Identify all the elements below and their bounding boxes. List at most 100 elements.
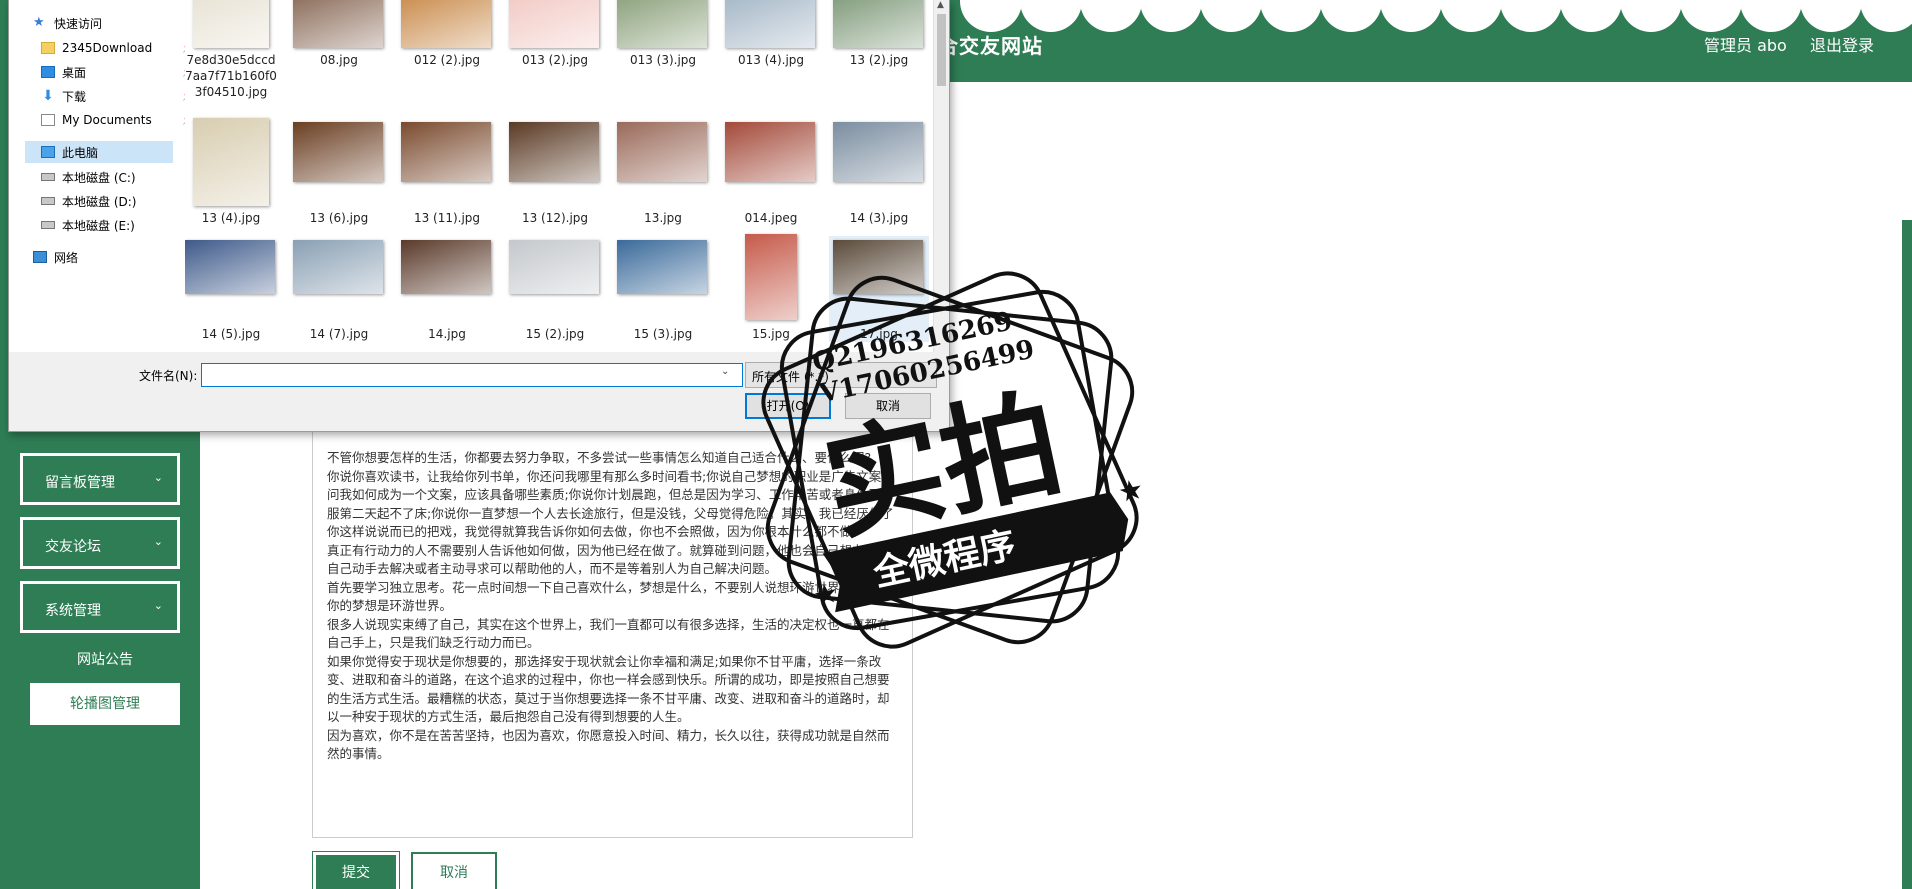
file-item[interactable]: 13.jpg [613,120,713,226]
file-item[interactable]: 14 (7).jpg [289,236,389,342]
chevron-down-icon[interactable]: ⌄ [721,366,729,377]
cancel-button[interactable]: 取消 [411,852,497,889]
file-name: 013 (2).jpg [521,53,589,67]
file-thumbnail [401,240,491,294]
desktop-icon [41,66,55,78]
nav-item-my-documents[interactable]: My Documents 📌 [41,109,194,131]
scallop [1500,0,1562,32]
scallop [1440,0,1502,32]
sidebar-menu-label: 系统管理 [45,603,101,619]
nav-drive-e[interactable]: 本地磁盘 (E:) [41,214,135,236]
file-thumbnail [293,122,383,182]
file-item[interactable]: 14 (5).jpg [185,236,281,342]
file-item[interactable]: 14 (3).jpg [829,120,929,226]
file-item[interactable]: 13 (6).jpg [289,120,389,226]
file-item[interactable]: 13 (11).jpg [397,120,497,226]
file-name: 13 (12).jpg [521,211,589,225]
editor-paragraph: 很多人说现实束缚了自己，其实在这个世界上，我们一直都可以有很多选择，生活的决定权… [327,616,890,651]
file-name: 13.jpg [644,211,682,225]
documents-icon [41,114,55,126]
file-name: 13 (6).jpg [309,211,369,225]
file-item[interactable]: 15 (2).jpg [505,236,605,342]
file-name: 14.jpg [428,327,466,341]
nav-drive-c[interactable]: 本地磁盘 (C:) [41,166,136,188]
file-thumbnail [193,0,269,48]
file-name: 17.jpg [860,327,898,341]
file-item[interactable]: 012 (2).jpg [397,0,497,106]
dialog-cancel-button[interactable]: 取消 [845,393,931,419]
file-name: 14 (5).jpg [201,327,261,341]
editor-paragraph: 你说你喜欢读书，让我给你列书单，你还问我哪里有那么多时间看书;你说自己梦想的职业… [327,468,894,540]
page-scrollbar[interactable] [1902,220,1912,889]
file-name: 08.jpg [320,53,358,67]
file-thumbnail [833,240,923,294]
logout-link[interactable]: 退出登录 [1810,32,1874,56]
submit-button[interactable]: 提交 [312,851,400,889]
file-item[interactable]: 7e8d30e5dccd7aa7f71b160f03f04510.jpg [185,0,281,106]
file-item[interactable]: 13 (4).jpg [185,118,281,226]
file-name: 14 (7).jpg [309,327,369,341]
file-name: 014.jpeg [744,211,798,225]
file-item[interactable]: 013 (3).jpg [613,0,713,106]
star-icon: ★ [33,15,45,30]
nav-item-downloads[interactable]: ⬇ 下载 📌 [41,85,194,107]
download-icon: ⬇ [42,88,54,104]
chevron-down-icon: ⌄ [153,471,163,484]
sidebar-menu-forum[interactable]: 交友论坛 ⌄ [20,517,180,569]
nav-network[interactable]: 网络 [33,246,78,268]
file-type-select[interactable]: 所有文件 (*.*) [745,362,937,388]
sidebar-menu-system[interactable]: 系统管理 ⌄ [20,581,180,633]
editor-paragraph: 首先要学习独立思考。花一点时间想一下自己喜欢什么，梦想是什么，不要别人说想环游世… [327,579,890,614]
open-button[interactable]: 打开(O) [745,393,831,419]
file-thumbnail [401,0,491,48]
navigation-pane: ★ 快速访问 2345Download 📌 桌面 📌 ⬇ 下载 📌 My Doc… [9,0,194,352]
drive-icon [41,221,55,229]
file-item[interactable]: 013 (2).jpg [505,0,605,106]
drive-icon [41,197,55,205]
file-item[interactable]: 14.jpg [397,236,497,342]
filename-label: 文件名(N): [139,369,198,383]
file-thumbnail [617,0,707,48]
file-name: 7e8d30e5dccd7aa7f71b160f03f04510.jpg [185,53,277,99]
file-grid: 7e8d30e5dccd7aa7f71b160f03f04510.jpg 08.j… [185,0,941,352]
scallop [1080,0,1142,32]
file-item[interactable]: 15 (3).jpg [613,236,713,342]
editor-paragraph: 如果你觉得安于现状是你想要的，那选择安于现状就会让你幸福和满足;如果你不甘平庸，… [327,653,890,725]
scrollbar-thumb[interactable] [937,14,946,86]
nav-quick-access[interactable]: ★ 快速访问 [33,12,102,34]
star-icon: ★ [1115,472,1146,509]
nav-item-label: 2345Download [62,41,153,55]
file-item[interactable]: 13 (12).jpg [505,120,605,226]
file-item[interactable]: 013 (4).jpg [721,0,821,106]
scallop [1320,0,1382,32]
file-item[interactable]: 08.jpg [289,0,389,106]
file-item[interactable]: 13 (2).jpg [829,0,929,106]
sidebar-menu-guestbook[interactable]: 留言板管理 ⌄ [20,453,180,505]
scallop [1620,0,1682,32]
filename-input[interactable] [201,363,743,387]
scallop [1380,0,1442,32]
file-item[interactable]: 15.jpg [721,234,821,342]
file-item[interactable]: 17.jpg [829,236,929,342]
content-editor[interactable]: 不管你想要怎样的生活，你都要去努力争取，不多尝试一些事情怎么知道自己适合什么、要… [312,430,913,838]
scallop [1800,0,1862,32]
file-thumbnail [401,122,491,182]
nav-item-2345download[interactable]: 2345Download 📌 [41,37,194,59]
file-grid-scrollbar[interactable]: ▲ [933,0,949,352]
sidebar-submenu-carousel[interactable]: 轮播图管理 [30,683,180,725]
scallop [960,0,1022,32]
nav-item-label: 快速访问 [54,16,103,31]
scallop [1140,0,1202,32]
file-item[interactable]: 014.jpeg [721,120,821,226]
sidebar-menu-label: 交友论坛 [45,539,101,555]
folder-icon [41,42,55,54]
scroll-up-icon[interactable]: ▲ [937,0,944,10]
sidebar-submenu-announcement[interactable]: 网站公告 [30,639,180,681]
nav-this-pc[interactable]: 此电脑 [25,141,173,163]
nav-item-desktop[interactable]: 桌面 📌 [41,61,194,83]
file-name: 13 (11).jpg [413,211,481,225]
editor-paragraph: 不管你想要怎样的生活，你都要去努力争取，不多尝试一些事情怎么知道自己适合什么、要… [327,450,872,465]
scallop [1020,0,1082,32]
nav-item-label: My Documents [62,113,152,127]
nav-drive-d[interactable]: 本地磁盘 (D:) [41,190,136,212]
